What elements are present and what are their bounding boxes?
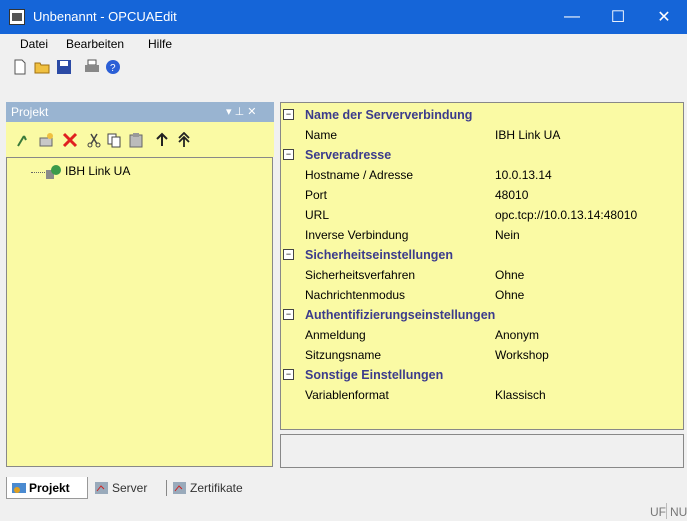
print-icon[interactable]: [84, 59, 100, 75]
move-up-icon[interactable]: [154, 132, 170, 148]
property-row-hostname[interactable]: Hostname / Adresse 10.0.13.14: [281, 165, 683, 185]
category-serveradresse[interactable]: − Serveradresse: [281, 145, 683, 165]
tab-server-label: Server: [112, 481, 148, 495]
category-sonstige[interactable]: − Sonstige Einstellungen: [281, 365, 683, 385]
tree-item-ibh-link-ua[interactable]: IBH Link UA: [65, 164, 130, 178]
app-icon: [9, 9, 25, 25]
save-icon[interactable]: [56, 59, 72, 75]
collapse-toggle-icon[interactable]: −: [283, 149, 294, 160]
help-icon[interactable]: ?: [105, 59, 121, 75]
window-title: Unbenannt - OPCUAEdit: [33, 9, 177, 24]
certificate-tab-icon: [173, 482, 186, 494]
pane-toolbar: [6, 122, 274, 157]
menu-datei[interactable]: Datei: [20, 37, 48, 51]
add-connection-icon[interactable]: [16, 132, 32, 148]
tab-zertifikate-label: Zertifikate: [190, 481, 243, 495]
status-divider: [666, 503, 667, 519]
add-item-icon[interactable]: [38, 132, 54, 148]
menu-bearbeiten[interactable]: Bearbeiten: [66, 37, 124, 51]
tab-projekt-label: Projekt: [29, 480, 70, 495]
pane-title: Projekt: [11, 105, 49, 119]
tab-zertifikate[interactable]: Zertifikate: [172, 477, 268, 499]
property-row-url[interactable]: URL opc.tcp://10.0.13.14:48010: [281, 205, 683, 225]
property-description-panel: [280, 434, 684, 468]
property-row-name[interactable]: Name IBH Link UA: [281, 125, 683, 145]
title-bar: Unbenannt - OPCUAEdit — ☐ ✕: [0, 0, 687, 34]
property-row-sitzungsname[interactable]: Sitzungsname Workshop: [281, 345, 683, 365]
tree-connector: [31, 172, 45, 174]
menu-hilfe[interactable]: Hilfe: [148, 37, 172, 51]
status-num: NUM: [670, 505, 687, 519]
pane-controls[interactable]: ▾ ⊥ ✕: [226, 105, 256, 118]
category-sicherheit[interactable]: − Sicherheitseinstellungen: [281, 245, 683, 265]
delete-icon[interactable]: [62, 132, 78, 148]
move-top-icon[interactable]: [176, 132, 192, 148]
pane-header: Projekt ▾ ⊥ ✕: [6, 102, 274, 122]
property-row-anmeldung[interactable]: Anmeldung Anonym: [281, 325, 683, 345]
open-folder-icon[interactable]: [34, 59, 50, 75]
maximize-button[interactable]: ☐: [595, 0, 641, 34]
toolbar: ?: [0, 56, 687, 80]
tab-projekt[interactable]: Projekt: [6, 477, 88, 499]
close-button[interactable]: ✕: [641, 0, 687, 34]
project-tab-icon: [12, 482, 26, 493]
menu-bar: Datei Bearbeiten Hilfe: [0, 34, 687, 56]
collapse-toggle-icon[interactable]: −: [283, 369, 294, 380]
status-bar: UF NUM: [0, 501, 687, 521]
property-row-variablenformat[interactable]: Variablenformat Klassisch: [281, 385, 683, 405]
new-file-icon[interactable]: [12, 59, 28, 75]
collapse-toggle-icon[interactable]: −: [283, 309, 294, 320]
project-tree: IBH Link UA: [6, 157, 273, 467]
server-globe-icon: [46, 165, 61, 179]
collapse-toggle-icon[interactable]: −: [283, 249, 294, 260]
property-row-sicherheitsverfahren[interactable]: Sicherheitsverfahren Ohne: [281, 265, 683, 285]
cut-icon[interactable]: [86, 132, 102, 148]
paste-icon[interactable]: [128, 132, 144, 148]
pane-tabs: Projekt Server Zertifikate: [6, 475, 274, 501]
property-row-port[interactable]: Port 48010: [281, 185, 683, 205]
copy-icon[interactable]: [106, 132, 122, 148]
svg-text:?: ?: [110, 63, 116, 74]
tab-divider: [166, 480, 167, 496]
collapse-toggle-icon[interactable]: −: [283, 109, 294, 120]
minimize-button[interactable]: —: [549, 0, 595, 34]
category-authentifizierung[interactable]: − Authentifizierungseinstellungen: [281, 305, 683, 325]
property-grid: − Name der Serververbindung Name IBH Lin…: [280, 102, 684, 430]
property-row-nachrichtenmodus[interactable]: Nachrichtenmodus Ohne: [281, 285, 683, 305]
category-serververbindung[interactable]: − Name der Serververbindung: [281, 105, 683, 125]
property-row-inverse[interactable]: Inverse Verbindung Nein: [281, 225, 683, 245]
status-uf: UF: [650, 505, 666, 519]
tab-server[interactable]: Server: [94, 477, 164, 499]
server-tab-icon: [95, 482, 108, 494]
